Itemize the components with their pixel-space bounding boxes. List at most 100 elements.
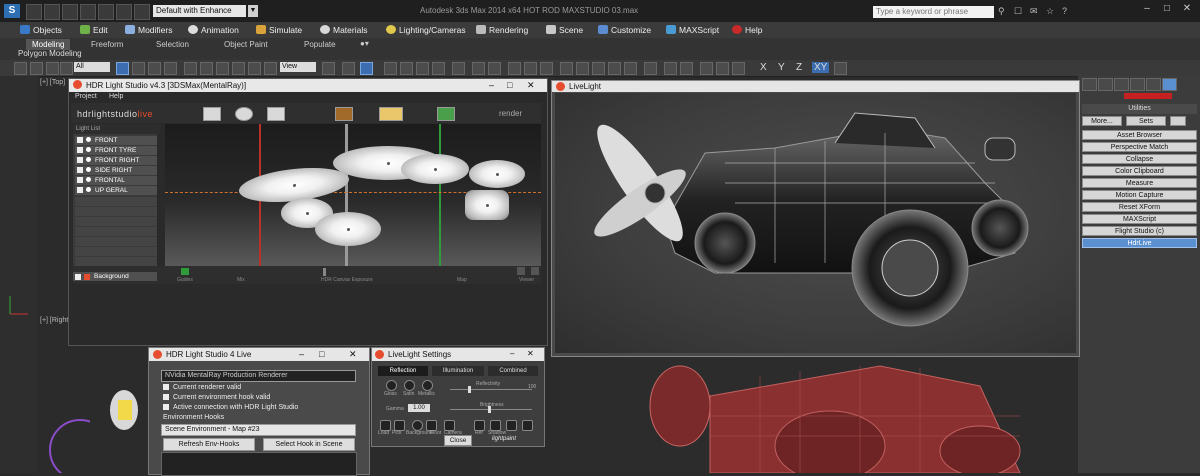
- tab-populate[interactable]: Populate: [298, 39, 342, 50]
- select-object-icon[interactable]: [116, 62, 129, 75]
- redo-icon[interactable]: [30, 62, 43, 75]
- hold-icon[interactable]: [134, 4, 150, 20]
- align-icon[interactable]: [488, 62, 501, 75]
- target-light-icon[interactable]: [437, 107, 455, 121]
- close-button[interactable]: ✕: [1180, 3, 1194, 17]
- motion-capture-button[interactable]: Motion Capture: [1082, 190, 1197, 200]
- hdr-canvas[interactable]: [165, 124, 541, 266]
- menu-scene[interactable]: Scene: [546, 23, 583, 37]
- schematic-view-icon[interactable]: [560, 62, 573, 75]
- create-tab-icon[interactable]: [1082, 78, 1097, 91]
- tab-selection[interactable]: Selection: [150, 39, 195, 50]
- rotate-icon[interactable]: [200, 62, 213, 75]
- flight-studio-button[interactable]: Flight Studio (c): [1082, 226, 1197, 236]
- menu-rendering[interactable]: Rendering: [476, 23, 528, 37]
- binoculars-icon[interactable]: ⚲: [998, 6, 1010, 17]
- background-row[interactable]: Background: [73, 272, 157, 281]
- unlink-icon[interactable]: [60, 62, 73, 75]
- undo-icon[interactable]: [14, 62, 27, 75]
- 3dsmax-logo-icon[interactable]: S: [4, 4, 20, 18]
- reference-coord-select[interactable]: View: [280, 62, 316, 72]
- select-hook-button[interactable]: Select Hook in Scene: [263, 438, 355, 451]
- minimize-button[interactable]: –: [489, 80, 494, 90]
- activeshade-icon[interactable]: [680, 62, 693, 75]
- perspective-viewport[interactable]: [560, 356, 1078, 476]
- snaps-toggle-icon[interactable]: [384, 62, 397, 75]
- maximize-button[interactable]: □: [319, 349, 324, 359]
- axis-y-button[interactable]: Y: [778, 62, 785, 73]
- utilities-tab-icon[interactable]: [1162, 78, 1177, 91]
- close-button[interactable]: ✕: [527, 349, 534, 358]
- new-light-icon[interactable]: [203, 107, 221, 121]
- pivot-icon[interactable]: [322, 62, 335, 75]
- refresh-env-hooks-button[interactable]: Refresh Env-Hooks: [163, 438, 255, 451]
- rendered-frame-icon[interactable]: [608, 62, 621, 75]
- render-online-icon[interactable]: [700, 62, 713, 75]
- light-shape-right[interactable]: [469, 160, 525, 188]
- place-icon[interactable]: [232, 62, 245, 75]
- light-item-side-right[interactable]: SIDE RIGHT: [75, 166, 157, 175]
- viewer-settings-icon[interactable]: [531, 267, 539, 275]
- named-selection-icon[interactable]: [452, 62, 465, 75]
- display-tab-icon[interactable]: [1146, 78, 1161, 91]
- menu-animation[interactable]: Animation: [188, 23, 239, 37]
- guides-toggle-icon[interactable]: [181, 268, 189, 275]
- brightness-slider[interactable]: [450, 409, 532, 410]
- selection-filter-select[interactable]: All: [74, 62, 110, 72]
- scale-icon[interactable]: [216, 62, 229, 75]
- reset-xform-button[interactable]: Reset XForm: [1082, 202, 1197, 212]
- livelight-render-view[interactable]: [555, 93, 1076, 353]
- light-item-front[interactable]: FRONT: [75, 136, 157, 145]
- render-production-icon[interactable]: [624, 62, 637, 75]
- guide-line-green[interactable]: [439, 124, 441, 266]
- light-shape-side[interactable]: [401, 154, 469, 184]
- light-item-front-tyre[interactable]: FRONT TYRE: [75, 146, 157, 155]
- tab-combined[interactable]: Combined: [488, 366, 538, 376]
- environment-hook-select[interactable]: Scene Environment - Map #23: [161, 424, 356, 436]
- scale-uniform-icon[interactable]: [264, 62, 277, 75]
- color-swatch[interactable]: [1124, 93, 1172, 99]
- select-by-name-icon[interactable]: [132, 62, 145, 75]
- circle-light-icon[interactable]: [235, 107, 253, 121]
- color-clipboard-button[interactable]: Color Clipboard: [1082, 166, 1197, 176]
- tab-freeform[interactable]: Freeform: [85, 39, 129, 50]
- metallic-swatch[interactable]: [422, 380, 433, 391]
- collapse-button[interactable]: Collapse: [1082, 154, 1197, 164]
- tab-object-paint[interactable]: Object Paint: [218, 39, 274, 50]
- menu-customize[interactable]: Customize: [598, 23, 651, 37]
- reflectivity-slider-handle[interactable]: [468, 386, 471, 393]
- more-button[interactable]: More...: [1082, 116, 1122, 126]
- checkbox[interactable]: [77, 157, 83, 163]
- renderer-field[interactable]: NVidia MentalRay Production Renderer: [161, 370, 356, 382]
- axis-z-button[interactable]: Z: [796, 62, 802, 73]
- perspective-match-button[interactable]: Perspective Match: [1082, 142, 1197, 152]
- minimize-button[interactable]: –: [510, 349, 514, 358]
- minimize-button[interactable]: –: [1140, 3, 1154, 17]
- percent-snap-icon[interactable]: [416, 62, 429, 75]
- close-button[interactable]: ✕: [349, 349, 357, 360]
- favorites-icon[interactable]: ☆: [1046, 6, 1058, 17]
- mirror-icon[interactable]: [472, 62, 485, 75]
- axis-xy-button[interactable]: XY: [812, 62, 830, 73]
- reflectivity-slider[interactable]: [450, 389, 532, 390]
- redo-icon[interactable]: [98, 4, 114, 20]
- project-folder-icon[interactable]: [116, 4, 132, 20]
- curve-editor-icon[interactable]: [540, 62, 553, 75]
- ribbon-toggle-icon[interactable]: [524, 62, 537, 75]
- checkbox[interactable]: [77, 177, 83, 183]
- link-icon[interactable]: [46, 62, 59, 75]
- viewport-label-top[interactable]: [+] [Top]: [40, 79, 65, 86]
- axis-x-button[interactable]: X: [760, 62, 767, 73]
- tab-illumination[interactable]: Illumination: [432, 366, 484, 376]
- settings-gear-icon[interactable]: [522, 420, 533, 431]
- sets-button[interactable]: Sets: [1126, 116, 1166, 126]
- maximize-button[interactable]: □: [1160, 3, 1174, 17]
- render-iterative-icon[interactable]: [664, 62, 677, 75]
- checkbox[interactable]: [77, 167, 83, 173]
- material-editor-icon[interactable]: [576, 62, 589, 75]
- checkbox[interactable]: [75, 274, 81, 280]
- menu-help[interactable]: Help: [109, 93, 123, 100]
- menu-project[interactable]: Project: [75, 93, 97, 100]
- light-item-frontal[interactable]: FRONTAL: [75, 176, 157, 185]
- light-shape-front-tyre[interactable]: [315, 212, 381, 246]
